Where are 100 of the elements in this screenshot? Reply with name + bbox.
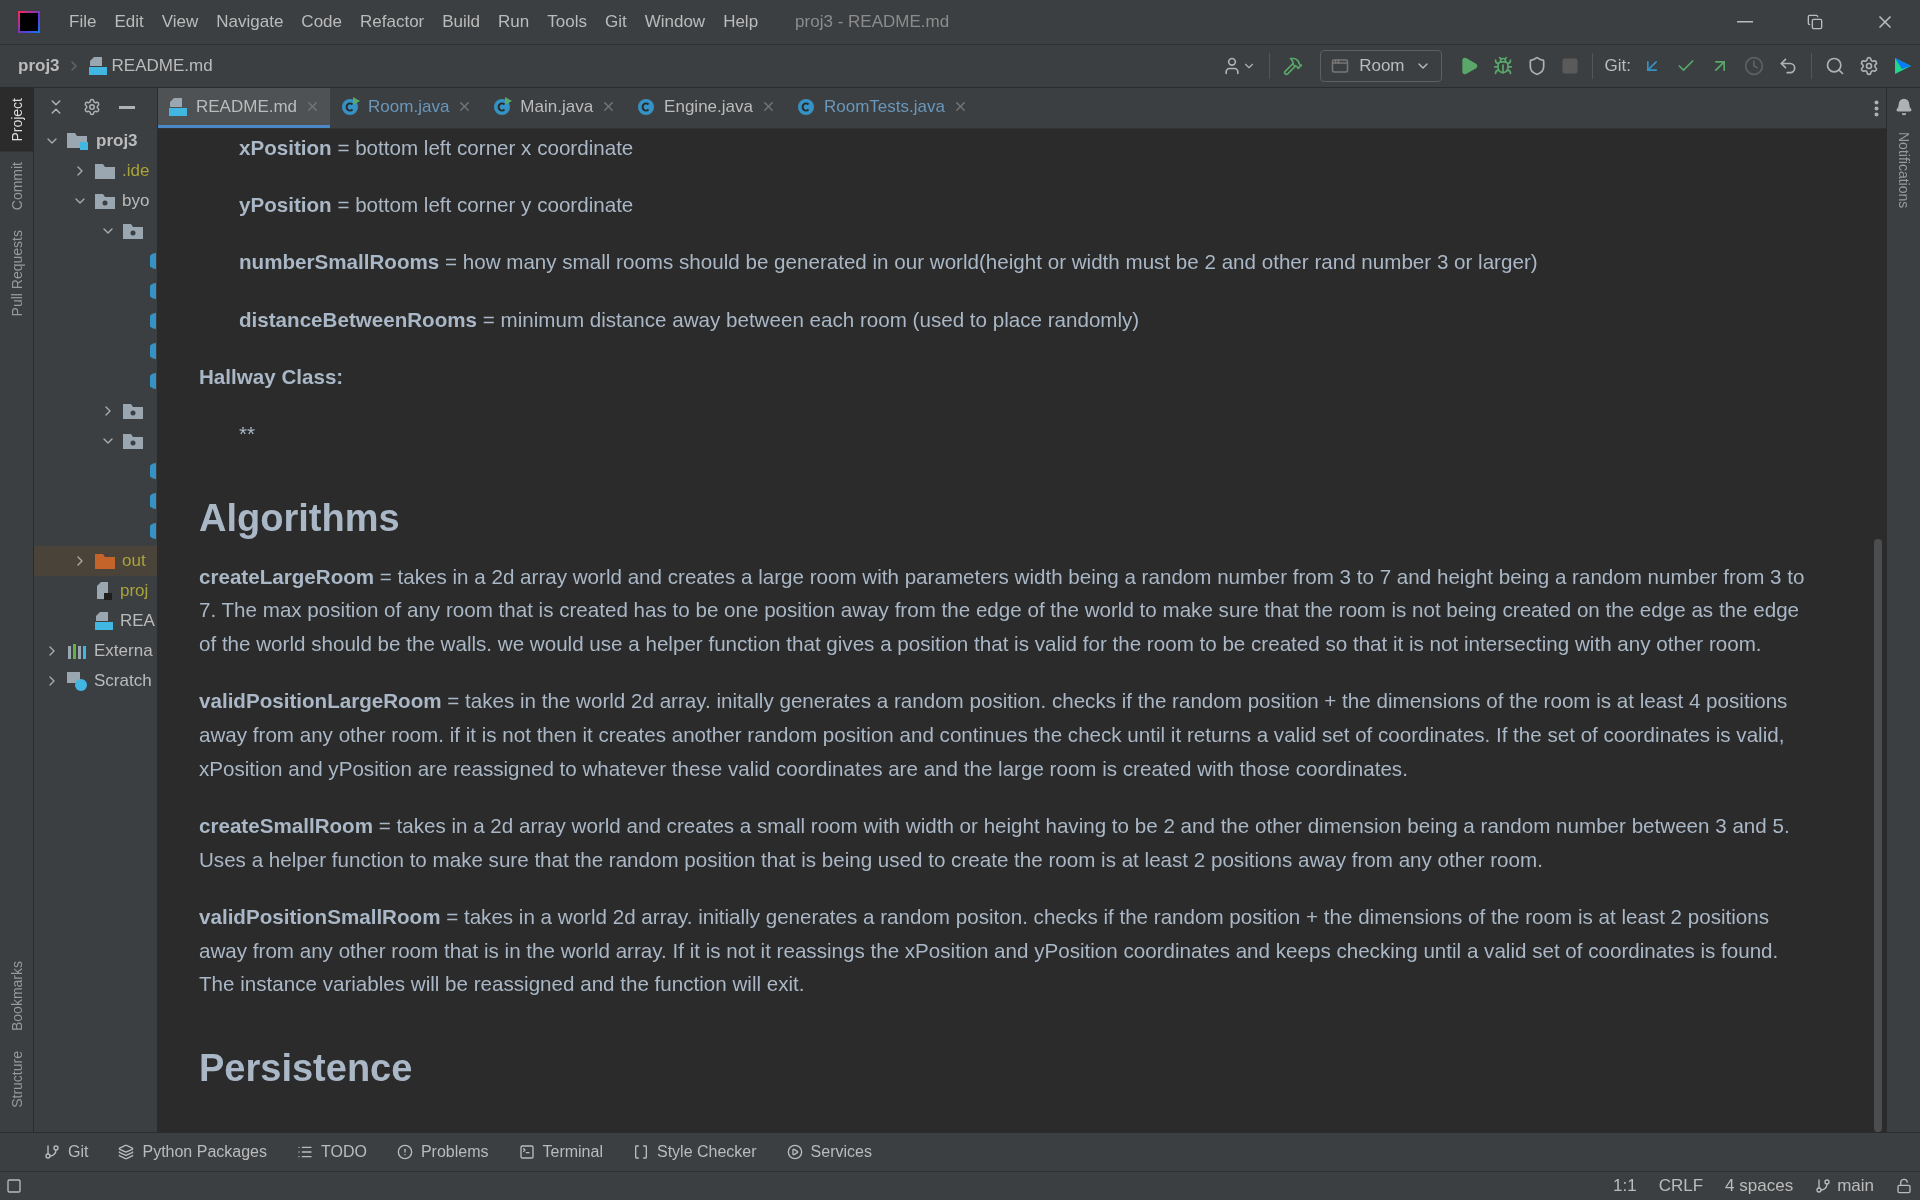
window-icon	[1331, 57, 1350, 75]
paragraph: validPositionSmallRoom = takes in a world 2d array. initially generates a random positon. checks if the random position + the dimensions of the room is at least 2 positions away from any other room that is in the world array. If it is not it reassings the xPosition and yPosition coordinates and keeps checking until a valid set of coordinates is found. The instance variables will be reassigned and the function will exit.	[199, 903, 1780, 998]
tool-window-tab[interactable]: Notifications	[1887, 122, 1920, 219]
paragraph: xPosition = bottom left corner x coordinate	[239, 135, 635, 161]
caret-position[interactable]: 1:1	[1613, 1176, 1637, 1196]
tool-window-button[interactable]: Git	[44, 1143, 89, 1161]
tool-window-tab[interactable]: Commit	[0, 151, 33, 220]
class-icon	[340, 96, 361, 117]
tree-item[interactable]: byo	[34, 186, 157, 216]
paragraph: validPositionLargeRoom = takes in the world 2d array. initally generates a random position. checks if the random position + the dimensions of the room is at least 4 positions away from any other room. if it is not then it creates another random position and continues the check until it returns a valid set of coordinates. If the set of coordinates is valid, xPosition and yPosition are reassigned to whatever these valid coordinates are and the large room is created with those coordinates.	[199, 688, 1789, 782]
class-icon	[150, 461, 156, 481]
minus-icon	[119, 105, 135, 109]
editor-tab[interactable]: RoomTests.java	[785, 88, 978, 128]
paragraph: distanceBetweenRooms = minimum distance away between each room (used to place randomly)	[239, 306, 1141, 333]
file-icon	[94, 581, 114, 601]
brackets-icon	[632, 1144, 649, 1160]
breadcrumb-item[interactable]: proj3	[18, 56, 60, 76]
folder-icon	[94, 552, 116, 570]
menu-item[interactable]: Run	[489, 12, 539, 32]
heading: Persistence	[199, 1045, 414, 1090]
play-icon	[786, 1144, 803, 1160]
git-label: Git:	[1604, 56, 1631, 76]
paragraph: createLargeRoom = takes in a 2d array world and creates a large room with parameters width being a random number from 3 to 7 and height being a random number from 3 to 7. The max position of any room that is created has to be one position away from the edge of the world to make sure that the room is not being created on the edge as the edge of the world should be the walls. we would use a helper function that gives a position that is valid for the room to be created so that it is not intersecting with any other room.	[199, 563, 1806, 658]
tree-item[interactable]: REA	[34, 606, 157, 636]
stop-icon	[1560, 57, 1579, 75]
paragraph: createSmallRoom = takes in a 2d array world and creates a small room with width or height having to be 2 and the other dimension being a random number between 3 and 5. Uses a helper function to make sure that the random position that is being used to create the room is at least 2 positions away from any other room.	[199, 812, 1791, 873]
unlock-icon	[1896, 1178, 1912, 1194]
tool-window-tab[interactable]: Bookmarks	[0, 951, 33, 1042]
menu-item[interactable]: Window	[635, 12, 715, 32]
menu-item[interactable]: Edit	[105, 12, 153, 32]
app-logo	[18, 11, 40, 33]
paragraph: yPosition = bottom left corner y coordinate	[239, 192, 635, 219]
breadcrumb-item[interactable]: README.md	[111, 56, 213, 76]
indent-setting[interactable]: 4 spaces	[1725, 1176, 1794, 1196]
tree-item[interactable]: proj3	[34, 126, 157, 156]
tool-window-tab[interactable]: Pull Requests	[0, 219, 33, 327]
branch-icon	[1815, 1178, 1832, 1194]
window-title: proj3 - README.md	[795, 12, 951, 32]
search-icon	[1825, 56, 1845, 76]
alert-icon	[396, 1144, 413, 1160]
markdown-file-icon	[94, 611, 114, 631]
class-icon	[150, 521, 156, 541]
menu-item[interactable]: Code	[292, 12, 351, 32]
editor-tab[interactable]: Room.java	[330, 88, 483, 128]
paragraph: **	[239, 421, 257, 447]
class-icon	[150, 371, 156, 391]
paragraph: numberSmallRooms = how many small rooms should be generated in our world(height or width must be 2 and other rand number 3 or larger)	[239, 249, 1539, 276]
tool-window-button[interactable]: Python Packages	[118, 1143, 267, 1161]
menu-item[interactable]: Refactor	[351, 12, 434, 32]
class-icon	[492, 96, 513, 117]
heading: Algorithms	[199, 495, 401, 540]
bug-icon	[1492, 56, 1513, 76]
editor-tab[interactable]: README.md	[158, 88, 331, 128]
tree-item[interactable]: out	[34, 546, 157, 576]
more-icon	[1874, 99, 1879, 117]
tool-window-tab[interactable]: Structure	[0, 1041, 33, 1118]
package-folder-icon	[94, 192, 116, 210]
menu-item[interactable]: Build	[433, 12, 490, 32]
libraries-icon	[66, 642, 88, 660]
menu-item[interactable]: Navigate	[207, 12, 293, 32]
restore-icon	[1807, 14, 1823, 30]
tool-window-button[interactable]: TODO	[297, 1143, 367, 1161]
git-branch[interactable]: main	[1837, 1176, 1874, 1196]
list-icon	[297, 1144, 313, 1160]
scrollbar-thumb[interactable]	[1874, 539, 1882, 1132]
run-configuration-dropdown[interactable]: Room	[1320, 50, 1442, 82]
tool-window-tab[interactable]: Project	[0, 88, 33, 152]
settings-icon	[83, 98, 101, 116]
editor-tab[interactable]: Engine.java	[626, 88, 786, 128]
menu-item[interactable]: Help	[714, 12, 768, 32]
markdown-file-icon	[87, 56, 108, 76]
terminal-icon	[518, 1144, 535, 1160]
section-label: Hallway Class:	[199, 363, 345, 390]
clock-icon	[1744, 56, 1764, 76]
tree-item[interactable]: .ide	[34, 156, 157, 186]
tree-item[interactable]: proj	[34, 576, 157, 606]
folder-icon	[94, 162, 116, 180]
line-separator[interactable]: CRLF	[1658, 1176, 1704, 1196]
menu-item[interactable]: Git	[595, 12, 636, 32]
package-folder-icon	[122, 222, 144, 240]
tool-window-button[interactable]: Style Checker	[632, 1143, 757, 1161]
editor-tab[interactable]: Main.java	[482, 88, 627, 128]
class-icon	[150, 281, 156, 301]
menu-item[interactable]: View	[152, 12, 208, 32]
tool-window-button[interactable]: Services	[786, 1143, 872, 1161]
frame-icon	[6, 1178, 22, 1194]
tool-window-button[interactable]: Problems	[396, 1143, 489, 1161]
bell-icon	[1894, 98, 1913, 116]
tool-window-button[interactable]: Terminal	[518, 1143, 603, 1161]
markdown-file-icon	[168, 96, 188, 117]
menu-item[interactable]: Tools	[538, 12, 596, 32]
class-icon	[150, 341, 156, 361]
hammer-icon	[1283, 56, 1304, 76]
toolbox-logo-icon	[1893, 56, 1913, 76]
tree-item[interactable]: Scratch	[34, 666, 157, 696]
minimize-icon	[1737, 21, 1753, 23]
class-icon	[150, 491, 156, 511]
menu-item[interactable]: File	[60, 12, 106, 32]
tree-item[interactable]: Externa	[34, 636, 157, 666]
undo-icon	[1778, 56, 1798, 76]
